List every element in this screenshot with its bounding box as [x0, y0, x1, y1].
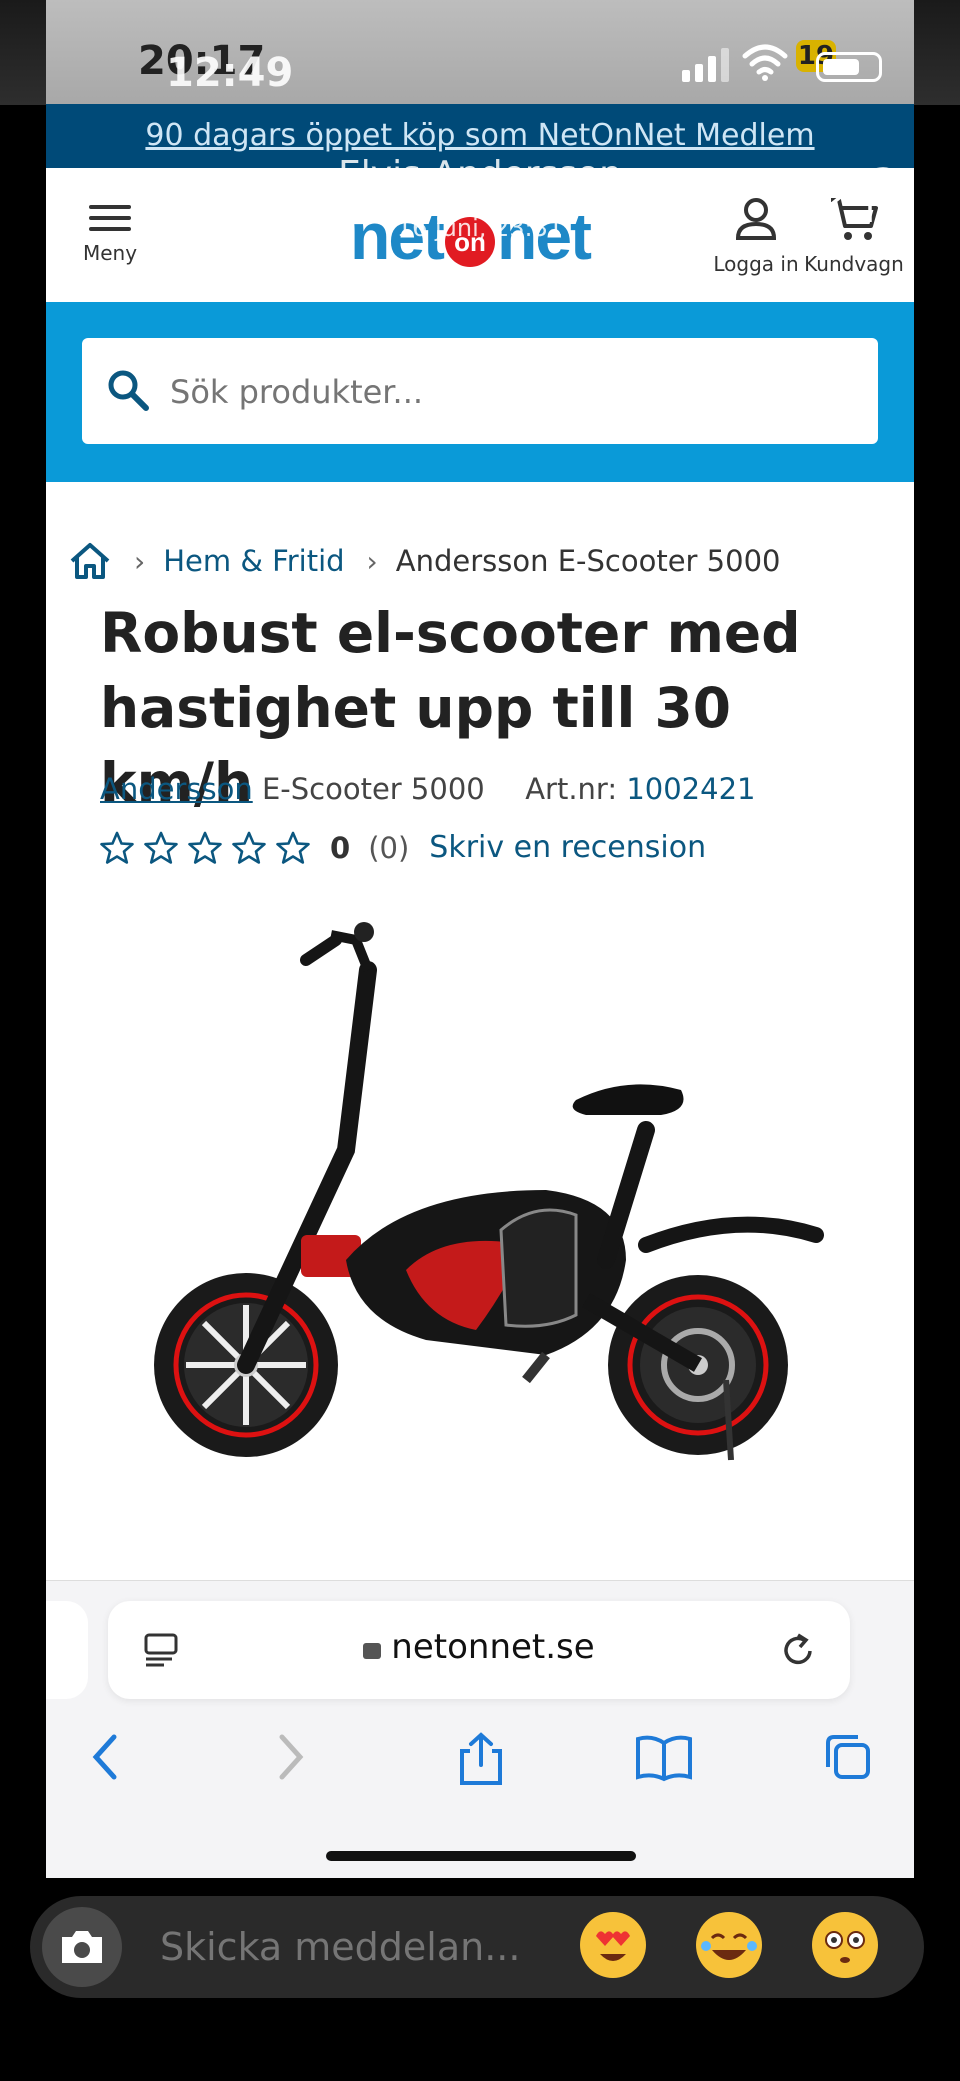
- browser-bar: netonnet.se: [46, 1580, 914, 1878]
- user-icon: [735, 198, 777, 240]
- heart-eyes-emoji-icon[interactable]: [580, 1912, 646, 1978]
- product-model: E-Scooter 5000: [261, 772, 485, 806]
- home-icon[interactable]: [68, 541, 112, 581]
- star-icon[interactable]: [144, 831, 178, 865]
- login-label: Logga in: [713, 252, 799, 276]
- star-icon[interactable]: [232, 831, 266, 865]
- back-icon[interactable]: [86, 1731, 126, 1783]
- forward-icon[interactable]: [270, 1731, 310, 1783]
- forward-share-icon[interactable]: [786, 170, 848, 222]
- write-review-link[interactable]: Skriv en recension: [429, 830, 706, 865]
- phone-screenshot: 20:17 12:49 19 90 dagars öppet köp som N…: [46, 0, 914, 1878]
- signal-icon: [682, 48, 729, 82]
- chevron-left-icon[interactable]: [46, 176, 72, 222]
- status-bar: 20:17 12:49 19: [46, 0, 914, 104]
- home-indicator: [326, 1851, 636, 1861]
- rating-value: 0: [330, 830, 351, 865]
- brand-link[interactable]: Andersson: [100, 772, 253, 806]
- story-author: Elvis Andersson: [338, 154, 622, 195]
- product-meta: Andersson E-Scooter 5000 Art.nr: 1002421: [100, 772, 755, 806]
- lock-icon: [363, 1643, 382, 1659]
- star-icon[interactable]: [188, 831, 222, 865]
- story-reply-bar: [30, 1896, 924, 1998]
- breadcrumb-link-hem-fritid[interactable]: Hem & Fritid: [163, 544, 344, 578]
- reload-icon[interactable]: [778, 1631, 818, 1671]
- search-icon: [108, 370, 149, 411]
- breadcrumb: › Hem & Fritid › Andersson E-Scooter 500…: [68, 536, 780, 586]
- article-number: 1002421: [626, 772, 756, 806]
- browser-toolbar: [46, 1721, 914, 1801]
- cart-label: Kundvagn: [804, 252, 904, 276]
- previous-tab-pill[interactable]: [46, 1601, 88, 1699]
- share-icon[interactable]: [456, 1731, 506, 1787]
- chevron-right-icon: ›: [366, 544, 378, 578]
- laughing-emoji-icon[interactable]: [696, 1912, 762, 1978]
- star-rating[interactable]: [100, 831, 320, 865]
- star-icon[interactable]: [100, 831, 134, 865]
- wifi-icon: [742, 44, 788, 81]
- story-time: 12:49: [166, 50, 294, 96]
- search-band: [46, 302, 914, 482]
- rating-row: 0 (0) Skriv en recension: [100, 830, 706, 865]
- search-input[interactable]: [168, 356, 852, 428]
- star-icon[interactable]: [276, 831, 310, 865]
- address-bar[interactable]: netonnet.se: [108, 1601, 850, 1699]
- camera-button[interactable]: [42, 1907, 122, 1987]
- menu-label: Meny: [82, 241, 138, 265]
- flushed-emoji-icon[interactable]: [812, 1912, 878, 1978]
- search-box[interactable]: [82, 338, 878, 444]
- site-header: Meny net on net Elvis Andersson 16 juni, 2…: [46, 154, 914, 302]
- article-number-label: Art.nr:: [525, 772, 618, 806]
- rating-count: (0): [368, 830, 410, 865]
- product-image[interactable]: [106, 900, 866, 1560]
- flag-icon[interactable]: [864, 166, 914, 224]
- bookmarks-icon[interactable]: [634, 1731, 694, 1783]
- battery-icon: [816, 52, 882, 82]
- url-display: netonnet.se: [108, 1627, 850, 1667]
- tabs-icon[interactable]: [820, 1731, 874, 1783]
- message-input[interactable]: [158, 1916, 562, 1978]
- url-text: netonnet.se: [391, 1627, 595, 1667]
- chevron-right-icon: ›: [134, 544, 146, 578]
- camera-icon: [62, 1931, 102, 1963]
- breadcrumb-current: Andersson E-Scooter 5000: [395, 544, 781, 578]
